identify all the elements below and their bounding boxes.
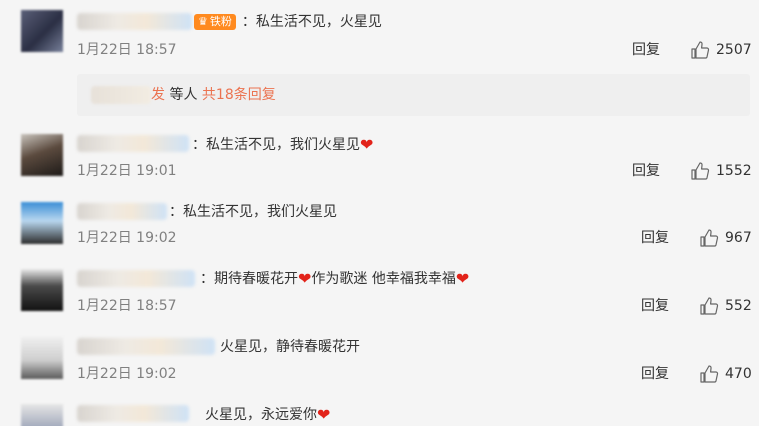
thumbs-up-icon [700, 365, 719, 383]
username-blurred[interactable] [77, 338, 215, 355]
like-count: 967 [725, 230, 752, 246]
crown-icon: ♛ [198, 15, 208, 28]
comment-time: 1月22日 19:02 [77, 366, 177, 382]
comment-time: 1月22日 19:02 [77, 230, 177, 246]
more-replies-text: 发 等人 共18条回复 [151, 87, 276, 103]
avatar[interactable] [21, 134, 63, 176]
avatar[interactable] [21, 404, 63, 426]
like-count: 2507 [716, 42, 752, 58]
like-count: 1552 [716, 163, 752, 179]
reply-button[interactable]: 回复 [641, 297, 669, 315]
reply-button[interactable]: 回复 [641, 229, 669, 247]
username-blurred[interactable] [77, 270, 195, 287]
avatar[interactable] [21, 337, 63, 379]
comment-text: ♛ 铁粉 ：私生活不见，火星见 [194, 12, 382, 32]
like-button[interactable]: 2507 [690, 41, 752, 59]
username-blurred[interactable] [77, 135, 189, 152]
comment-text: 火星见，永远爱你❤ [205, 405, 331, 424]
heart-icon: ❤ [317, 405, 331, 424]
like-count: 552 [725, 298, 752, 314]
thumbs-up-icon [700, 229, 719, 247]
more-replies-link[interactable]: 共18条回复 [202, 87, 276, 103]
comment-time: 1月22日 19:01 [77, 163, 177, 179]
like-button[interactable]: 1552 [690, 162, 752, 180]
reply-username-blurred [91, 86, 151, 104]
fan-badge: ♛ 铁粉 [194, 14, 236, 30]
thumbs-up-icon [700, 297, 719, 315]
heart-icon: ❤ [455, 269, 470, 288]
username-blurred[interactable] [77, 13, 192, 30]
avatar[interactable] [21, 269, 63, 311]
comment-time: 1月22日 18:57 [77, 42, 177, 58]
comment-text: ：私生活不见，我们火星见❤ [192, 135, 374, 154]
comment-time: 1月22日 18:57 [77, 298, 177, 314]
more-replies-box[interactable]: 发 等人 共18条回复 [77, 74, 750, 116]
avatar[interactable] [21, 10, 63, 52]
reply-button[interactable]: 回复 [641, 365, 669, 383]
like-count: 470 [725, 366, 752, 382]
username-blurred[interactable] [77, 405, 189, 422]
avatar[interactable] [21, 202, 63, 244]
reply-button[interactable]: 回复 [632, 162, 660, 180]
heart-icon: ❤ [298, 269, 312, 288]
thumbs-up-icon [691, 41, 710, 59]
comment-text: 火星见，静待春暖花开 [220, 339, 360, 355]
thumbs-up-icon [691, 162, 710, 180]
like-button[interactable]: 967 [699, 229, 752, 247]
reply-button[interactable]: 回复 [632, 41, 660, 59]
comment-text: ：私生活不见，我们火星见 [169, 204, 337, 220]
like-button[interactable]: 470 [699, 365, 752, 383]
username-blurred[interactable] [77, 203, 167, 220]
like-button[interactable]: 552 [699, 297, 752, 315]
heart-icon: ❤ [360, 135, 374, 154]
comment-text: ：期待春暖花开❤作为歌迷 他幸福我幸福❤ [200, 269, 470, 288]
